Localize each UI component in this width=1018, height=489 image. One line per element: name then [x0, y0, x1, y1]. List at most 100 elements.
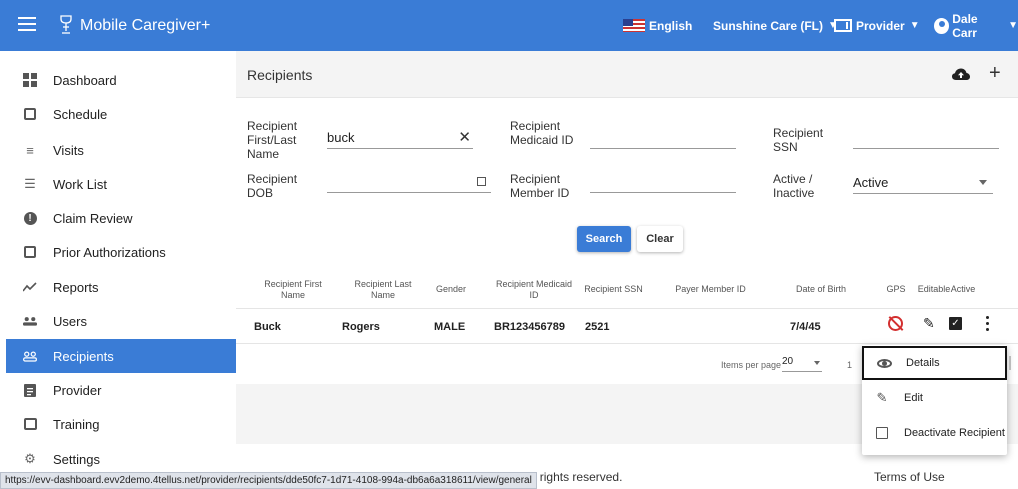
cell-last-name: Rogers [342, 321, 380, 333]
cloud-upload-icon[interactable] [952, 68, 970, 81]
chevron-down-icon: ▼ [1008, 20, 1018, 31]
sidebar-nav: Dashboard Schedule ≡ Visits ☰ Work List … [0, 51, 236, 489]
column-header-payer-member-id[interactable]: Payer Member ID [668, 284, 753, 295]
column-header-medicaid-id[interactable]: Recipient Medicaid ID [494, 279, 574, 301]
cell-gender: MALE [434, 321, 466, 333]
sidebar-item-schedule[interactable]: Schedule [0, 97, 236, 131]
sidebar-item-label: Training [53, 416, 100, 432]
sidebar-item-visits[interactable]: ≡ Visits [0, 133, 236, 167]
edit-pencil-icon[interactable]: ✎ [923, 315, 935, 332]
agency-label: Sunshine Care (FL) [713, 18, 824, 33]
list-icon: ☰ [24, 176, 36, 191]
column-header-ssn[interactable]: Recipient SSN [581, 284, 646, 295]
filter-status-label: Active / Inactive [773, 172, 815, 200]
scrollbar-sliver [1009, 356, 1011, 370]
status-bar-url: https://evv-dashboard.evv2demo.4tellus.n… [0, 472, 537, 489]
items-per-page-value: 20 [782, 356, 794, 367]
search-button[interactable]: Search [577, 226, 631, 252]
sidebar-item-users[interactable]: Users [0, 304, 236, 338]
sidebar-item-label: Recipients [53, 348, 114, 364]
sidebar-item-label: Users [53, 313, 87, 329]
cell-first-name: Buck [254, 321, 281, 333]
trend-icon [23, 280, 37, 294]
clear-input-icon[interactable]: ✕ [458, 128, 471, 146]
menu-item-edit[interactable]: ✎ Edit [862, 381, 1007, 415]
app-title: Mobile Caregiver+ [80, 17, 211, 34]
more-vert-icon[interactable] [986, 316, 990, 332]
column-header-active[interactable]: Active [950, 284, 976, 295]
sidebar-item-label: Reports [53, 279, 99, 295]
users-icon [23, 314, 37, 328]
items-per-page-label: Items per page [721, 360, 782, 370]
menu-item-deactivate[interactable]: Deactivate Recipient [862, 416, 1007, 450]
clear-button[interactable]: Clear [637, 226, 683, 252]
calendar-icon[interactable] [477, 177, 486, 186]
sidebar-item-dashboard[interactable]: Dashboard [0, 63, 236, 97]
us-flag-icon [623, 19, 645, 32]
dob-input[interactable] [327, 171, 491, 193]
sidebar-item-settings[interactable]: ⚙ Settings [0, 442, 236, 476]
sidebar-item-label: Dashboard [53, 72, 117, 88]
agency-selector[interactable]: Sunshine Care (FL) ▼ [713, 0, 838, 51]
column-header-last-name[interactable]: Recipient Last Name [348, 279, 418, 301]
checkbox-outline-icon [874, 427, 890, 439]
sidebar-item-label: Schedule [53, 106, 108, 122]
column-header-dob[interactable]: Date of Birth [786, 284, 856, 295]
filter-dob-label: Recipient DOB [247, 172, 298, 200]
sidebar-item-training[interactable]: Training [0, 407, 236, 441]
menu-item-details[interactable]: Details [862, 346, 1007, 380]
calendar-icon [23, 107, 37, 121]
provider-icon [834, 19, 852, 32]
table-divider [236, 343, 1018, 344]
pencil-icon: ✎ [876, 390, 888, 405]
recipient-name-input[interactable]: buck ✕ [327, 127, 473, 149]
role-label: Provider [856, 18, 905, 33]
recipient-name-value: buck [327, 130, 355, 145]
sidebar-item-prior-authorizations[interactable]: Prior Authorizations [0, 235, 236, 269]
language-selector[interactable]: English [623, 0, 692, 51]
top-app-bar: Mobile Caregiver+ English Sunshine Care … [0, 0, 1018, 51]
menu-hamburger-icon[interactable] [18, 17, 36, 31]
recipients-icon [23, 349, 37, 363]
column-header-editable[interactable]: Editable [916, 284, 952, 295]
cell-medicaid-id: BR123456789 [494, 321, 565, 333]
chevron-down-icon: ▼ [909, 20, 920, 31]
column-header-first-name[interactable]: Recipient First Name [258, 279, 328, 301]
terms-of-use-link[interactable]: Terms of Use [874, 470, 945, 484]
member-id-input[interactable] [590, 171, 736, 193]
add-recipient-icon[interactable]: + [989, 62, 1001, 85]
medicaid-id-input[interactable] [590, 127, 736, 149]
page-header: Recipients + [236, 51, 1018, 98]
menu-item-label: Details [906, 357, 940, 369]
dropdown-arrow-icon [979, 180, 987, 185]
dashboard-icon [23, 73, 37, 87]
sidebar-item-work-list[interactable]: ☰ Work List [0, 167, 236, 201]
sidebar-item-claim-review[interactable]: ! Claim Review [0, 201, 236, 235]
training-icon [23, 417, 37, 431]
dropdown-arrow-icon [814, 361, 820, 365]
column-header-gps[interactable]: GPS [884, 284, 908, 295]
sidebar-item-label: Provider [53, 382, 102, 398]
sidebar-item-recipients[interactable]: Recipients [6, 339, 236, 373]
gps-off-icon[interactable] [888, 316, 903, 331]
menu-item-label: Deactivate Recipient [904, 427, 1005, 439]
role-selector[interactable]: Provider ▼ [834, 0, 920, 51]
sidebar-item-provider[interactable]: Provider [0, 373, 236, 407]
clipboard-icon [23, 383, 37, 397]
sidebar-item-label: Prior Authorizations [53, 244, 166, 260]
gear-icon: ⚙ [24, 451, 36, 466]
filter-medicaid-label: Recipient Medicaid ID [510, 119, 574, 147]
ssn-input[interactable] [853, 127, 999, 149]
pager-range: 1 [847, 360, 853, 370]
filter-ssn-label: Recipient SSN [773, 126, 824, 154]
items-per-page-select[interactable]: 20 [782, 356, 822, 372]
active-checkbox-icon[interactable]: ✓ [949, 317, 962, 330]
app-logo-icon [60, 15, 72, 34]
sidebar-item-reports[interactable]: Reports [0, 270, 236, 304]
user-menu[interactable]: Dale Carr ▼ [934, 0, 1018, 51]
status-select[interactable]: Active [853, 172, 993, 194]
column-header-gender[interactable]: Gender [431, 284, 471, 295]
table-divider [236, 308, 1018, 309]
filter-name-label: Recipient First/Last Name [247, 119, 298, 161]
sidebar-item-label: Claim Review [53, 210, 133, 226]
